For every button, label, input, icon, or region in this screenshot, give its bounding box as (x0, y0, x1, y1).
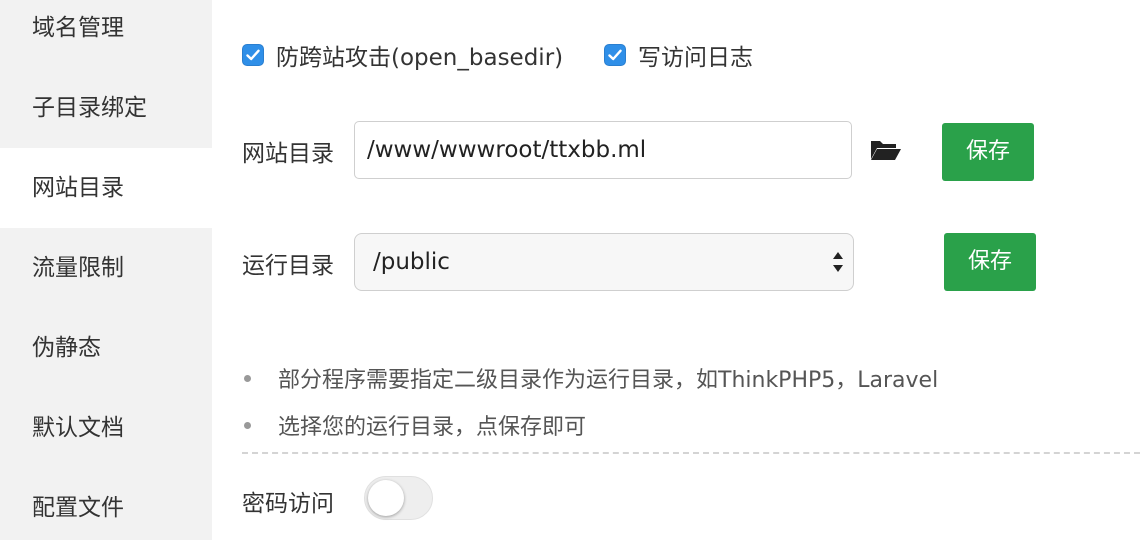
sidebar-item-rewrite[interactable]: 伪静态 (0, 308, 212, 388)
tip-item: 选择您的运行目录，点保存即可 (244, 409, 586, 441)
run-directory-label: 运行目录 (242, 253, 334, 279)
tip-text: 部分程序需要指定二级目录作为运行目录，如ThinkPHP5，Laravel (278, 368, 939, 393)
sidebar-item-subdirectory-binding[interactable]: 子目录绑定 (0, 68, 212, 148)
open-basedir-label: 防跨站攻击(open_basedir) (276, 45, 564, 71)
access-log-checkbox[interactable] (604, 44, 626, 66)
site-directory-input[interactable]: /www/wwwroot/ttxbb.ml (354, 121, 852, 179)
open-basedir-checkbox[interactable] (242, 44, 264, 66)
bullet-icon (244, 421, 251, 429)
sidebar-item-traffic-limit[interactable]: 流量限制 (0, 228, 212, 308)
tip-item: 部分程序需要指定二级目录作为运行目录，如ThinkPHP5，Laravel (244, 362, 938, 394)
select-arrows-icon (833, 252, 843, 272)
sidebar: 域名管理 子目录绑定 网站目录 流量限制 伪静态 默认文档 配置文件 (0, 0, 212, 540)
sidebar-item-config-file[interactable]: 配置文件 (0, 468, 212, 548)
access-log-label: 写访问日志 (638, 45, 753, 71)
save-site-directory-button[interactable]: 保存 (942, 123, 1034, 181)
password-access-label: 密码访问 (242, 491, 334, 517)
sidebar-item-site-directory[interactable]: 网站目录 (0, 148, 212, 228)
run-directory-select[interactable]: /public (354, 233, 854, 291)
run-directory-selected-value: /public (373, 249, 450, 275)
checkmark-icon (608, 49, 622, 61)
divider (242, 452, 1140, 454)
open-basedir-option[interactable]: 防跨站攻击(open_basedir) (242, 38, 563, 72)
toggle-knob (368, 480, 404, 516)
checkmark-icon (246, 49, 260, 61)
password-access-toggle[interactable] (364, 476, 433, 520)
access-log-option[interactable]: 写访问日志 (604, 38, 753, 72)
folder-open-icon[interactable] (870, 138, 902, 166)
bullet-icon (244, 374, 251, 382)
sidebar-item-domain-management[interactable]: 域名管理 (0, 0, 212, 68)
main-panel: 防跨站攻击(open_basedir) 写访问日志 网站目录 /www/wwwr… (212, 0, 1146, 540)
save-run-directory-button[interactable]: 保存 (944, 233, 1036, 291)
sidebar-item-default-document[interactable]: 默认文档 (0, 388, 212, 468)
site-directory-label: 网站目录 (242, 141, 334, 167)
tip-text: 选择您的运行目录，点保存即可 (278, 415, 587, 440)
